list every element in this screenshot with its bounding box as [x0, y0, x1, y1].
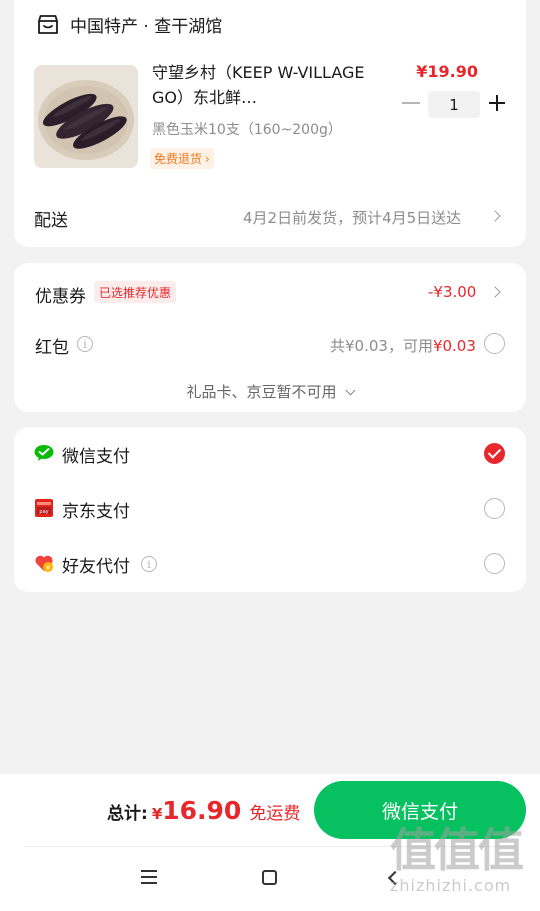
delivery-label: 配送: [34, 211, 68, 231]
redpacket-available: ¥0.03: [432, 337, 476, 355]
redpacket-total: 共¥0.03，可用¥0.03: [330, 335, 476, 356]
product-spec[interactable]: 黑色玉米10支（160~200g）: [152, 119, 342, 139]
friend-pay-radio[interactable]: [484, 553, 505, 574]
free-return-badge[interactable]: 免费退货 ›: [150, 148, 214, 169]
coupon-recommended-tag: 已选推荐优惠: [94, 281, 177, 303]
watermark-logo: 值值值: [390, 823, 524, 877]
product-title[interactable]: 守望乡村（KEEP W-VILLAGE GO）东北鲜…: [152, 60, 387, 110]
redpacket-total-text: 共¥0.03，可用: [330, 337, 433, 355]
friend-pay-icon: ¥: [35, 555, 53, 572]
bottom-bar: 总计: ¥ 16.90 免运费 微信支付 值值值 zhizhizhi.com: [0, 774, 540, 911]
payment-option-friend[interactable]: ¥ 好友代付 i: [14, 537, 526, 592]
payment-label: 好友代付: [62, 557, 130, 577]
chevron-right-icon: ›: [205, 151, 210, 166]
nav-home-icon[interactable]: [262, 870, 277, 885]
watermark-url: zhizhizhi.com: [390, 876, 512, 895]
total-currency: ¥: [151, 805, 163, 823]
info-icon[interactable]: i: [141, 556, 157, 572]
chevron-right-icon[interactable]: [489, 286, 501, 298]
svg-text:pay: pay: [39, 509, 48, 515]
free-shipping-label: 免运费: [249, 804, 301, 824]
product-image[interactable]: [34, 65, 138, 168]
unavailable-options-toggle[interactable]: 礼品卡、京豆暂不可用: [14, 381, 526, 402]
unavailable-options-label: 礼品卡、京豆暂不可用: [186, 383, 337, 401]
chevron-down-icon: [345, 385, 355, 396]
svg-text:¥: ¥: [46, 564, 51, 572]
info-icon[interactable]: i: [77, 336, 93, 352]
chevron-right-icon[interactable]: [489, 210, 501, 222]
jd-pay-icon: pay: [35, 499, 53, 517]
free-return-label: 免费退货: [154, 152, 203, 166]
store-card: 中国特产 · 查干湖馆 守望乡村（KEEP W-VILLAGE GO）东北鲜… …: [14, 0, 526, 247]
store-name: 中国特产 · 查干湖馆: [70, 17, 223, 37]
nav-menu-icon[interactable]: [141, 870, 157, 884]
coupon-value[interactable]: -¥3.00: [428, 283, 476, 301]
redpacket-radio[interactable]: [484, 333, 505, 354]
jd-pay-radio[interactable]: [484, 498, 505, 519]
total-label: 总计:: [107, 804, 148, 824]
delivery-value[interactable]: 4月2日前发货，预计4月5日送达: [243, 207, 461, 228]
watermark: 值值值 zhizhizhi.com: [390, 823, 524, 895]
quantity-input[interactable]: 1: [428, 91, 480, 118]
order-total: 总计: ¥ 16.90 免运费: [107, 796, 300, 825]
wechat-pay-icon: [34, 445, 54, 461]
payment-option-jd[interactable]: pay 京东支付: [14, 482, 526, 537]
quantity-plus-button[interactable]: [488, 94, 506, 112]
payment-label: 微信支付: [62, 447, 130, 467]
payment-label: 京东支付: [62, 502, 130, 522]
redpacket-label: 红包: [35, 338, 69, 358]
total-amount: 16.90: [162, 796, 242, 825]
quantity-minus-button[interactable]: [402, 102, 420, 104]
product-price: ¥19.90: [416, 62, 478, 81]
coupon-label: 优惠券: [35, 287, 86, 307]
wechat-pay-radio[interactable]: [484, 443, 505, 464]
discount-card: 优惠券 已选推荐优惠 -¥3.00 红包 i 共¥0.03，可用¥0.03 礼品…: [14, 263, 526, 412]
payment-card: 微信支付 pay 京东支付 ¥ 好友代付 i: [14, 427, 526, 592]
store-header[interactable]: 中国特产 · 查干湖馆: [36, 12, 222, 37]
payment-option-wechat[interactable]: 微信支付: [14, 427, 526, 482]
store-icon: [38, 14, 58, 34]
